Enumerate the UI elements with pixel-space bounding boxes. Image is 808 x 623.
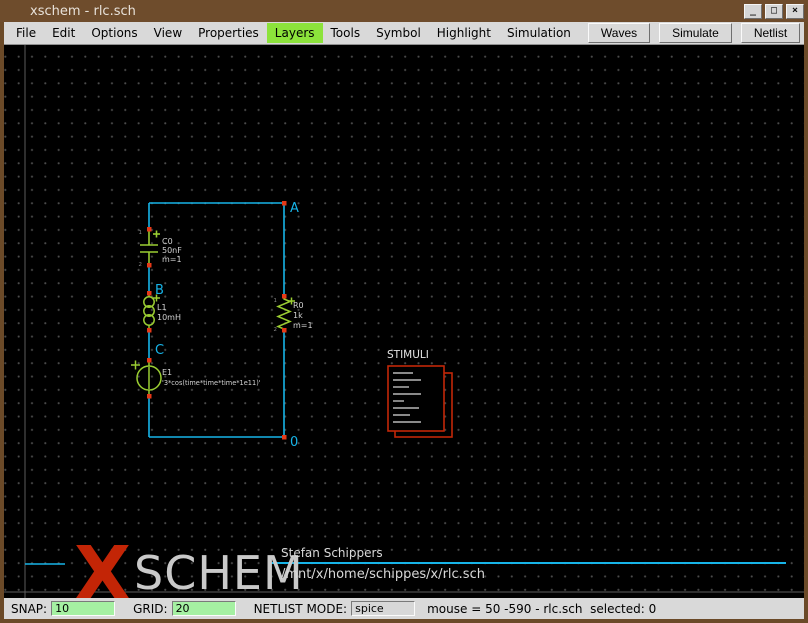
menu-options[interactable]: Options — [83, 23, 145, 43]
capacitor-symbol[interactable]: 1 2 C0 50nF m=1 — [139, 229, 183, 268]
snap-label: SNAP: — [11, 602, 47, 616]
resistor-pin2: 2 — [274, 327, 278, 333]
simulate-button[interactable]: Simulate — [659, 23, 732, 43]
menu-file[interactable]: File — [8, 23, 44, 43]
xschem-logo-text: SCHEM — [134, 550, 304, 596]
voltage-source-symbol[interactable]: E1 '3*cos(time*time*time*1e11)' — [131, 360, 261, 396]
node-label-c[interactable]: C — [155, 343, 164, 358]
menu-edit[interactable]: Edit — [44, 23, 83, 43]
snap-input[interactable] — [51, 601, 115, 616]
inductor-ref: L1 — [157, 303, 167, 312]
resistor-pin1: 1 — [274, 298, 278, 304]
node-label-a[interactable]: A — [290, 201, 299, 216]
stimuli-label: STIMULI — [387, 349, 429, 361]
source-ref: E1 — [162, 368, 172, 377]
canvas-axes — [4, 45, 804, 598]
node-labels: A B C 0 — [155, 201, 299, 450]
netlist-mode-input[interactable] — [351, 601, 415, 616]
stimuli-front-sheet — [388, 366, 444, 431]
netlist-button[interactable]: Netlist — [741, 23, 800, 43]
resistor-value: 1k — [293, 311, 303, 320]
inductor-value: 10mH — [157, 313, 181, 322]
capacitor-ref: C0 — [162, 237, 173, 246]
titlebar[interactable]: xschem - rlc.sch _ □ × — [0, 0, 808, 22]
capacitor-mult: m=1 — [162, 255, 182, 264]
close-icon[interactable]: × — [786, 4, 804, 19]
source-value: '3*cos(time*time*time*1e11)' — [162, 379, 261, 387]
menu-view[interactable]: View — [146, 23, 190, 43]
window-title: xschem - rlc.sch — [30, 4, 136, 19]
menubar: File Edit Options View Properties Layers… — [4, 22, 804, 45]
menu-simulation[interactable]: Simulation — [499, 23, 579, 43]
grid-input[interactable] — [172, 601, 236, 616]
capacitor-pin2: 2 — [139, 262, 143, 268]
capacitor-value: 50nF — [162, 246, 182, 255]
resistor-mult: m=1 — [293, 321, 313, 330]
menu-layers[interactable]: Layers — [267, 23, 323, 43]
grid-label: GRID: — [133, 602, 167, 616]
node-label-gnd[interactable]: 0 — [290, 435, 298, 450]
schematic-filepath: /mnt/x/home/schippes/x/rlc.sch — [281, 567, 485, 582]
stimuli-launcher[interactable]: STIMULI — [387, 349, 452, 437]
xschem-window: xschem - rlc.sch _ □ × File Edit Options… — [0, 0, 808, 623]
schematic-canvas[interactable]: A B C 0 1 2 C0 50nF m=1 — [4, 45, 804, 598]
xschem-logo-x: X — [74, 537, 131, 598]
minimize-icon[interactable]: _ — [744, 4, 762, 19]
mouse-status-text: mouse = 50 -590 - rlc.sch selected: 0 — [427, 602, 656, 616]
resistor-ref: R0 — [293, 301, 304, 310]
menu-properties[interactable]: Properties — [190, 23, 267, 43]
menu-symbol[interactable]: Symbol — [368, 23, 429, 43]
maximize-icon[interactable]: □ — [765, 4, 783, 19]
menu-highlight[interactable]: Highlight — [429, 23, 499, 43]
inductor-symbol[interactable]: L1 10mH — [144, 293, 181, 330]
capacitor-pin1: 1 — [139, 230, 143, 236]
netlist-mode-label: NETLIST MODE: — [254, 602, 348, 616]
statusbar: SNAP: GRID: NETLIST MODE: mouse = 50 -59… — [4, 598, 804, 619]
waves-button[interactable]: Waves — [588, 23, 650, 43]
menu-tools[interactable]: Tools — [323, 23, 369, 43]
author-text: Stefan Schippers — [281, 546, 383, 560]
resistor-symbol[interactable]: 1 2 R0 1k m=1 — [274, 296, 313, 333]
